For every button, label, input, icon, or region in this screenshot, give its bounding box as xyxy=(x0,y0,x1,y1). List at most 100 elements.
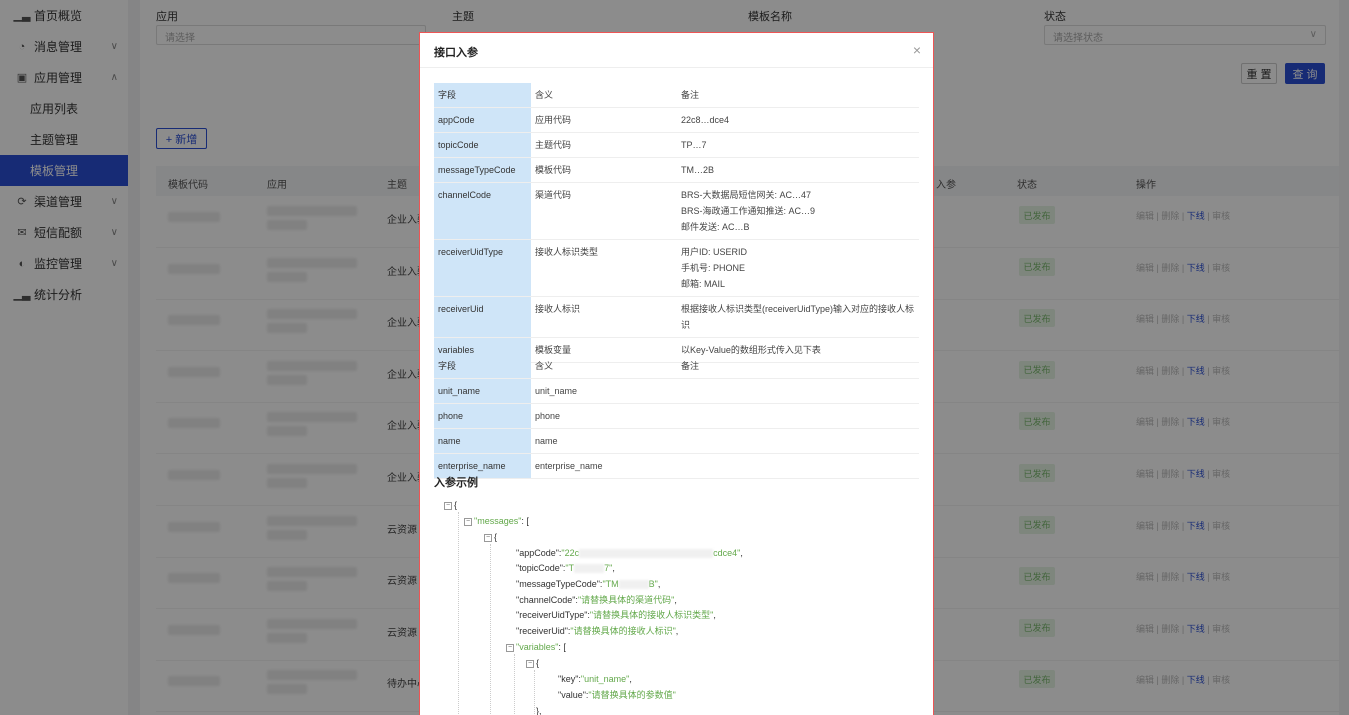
guide-line xyxy=(514,654,515,715)
code-line: − "messages": [ xyxy=(464,514,529,528)
code-line: "appCode":"22c cdce4", xyxy=(516,546,743,560)
param-field: receiverUid xyxy=(434,296,531,338)
guide-line xyxy=(490,544,491,715)
close-icon[interactable]: × xyxy=(913,42,921,58)
code-key: "messages" xyxy=(474,516,522,526)
code-line: "channelCode":"请替换具体的渠道代码", xyxy=(516,593,677,607)
param-row: topicCode 主题代码 TP…7 xyxy=(434,132,919,158)
code-key: "receiverUid": xyxy=(516,626,571,636)
param-field: messageTypeCode xyxy=(434,157,531,183)
example-title: 入参示例 xyxy=(434,477,478,489)
collapse-icon[interactable]: − xyxy=(444,501,452,510)
code-token: , xyxy=(713,610,716,620)
code-token: , xyxy=(740,548,743,558)
code-value: B" xyxy=(648,579,658,589)
modal-header: 接口入参 × xyxy=(420,33,933,68)
guide-line xyxy=(534,670,535,715)
param-row: unit_name unit_name xyxy=(434,378,919,404)
param-row: receiverUid 接收人标识 根据接收人标识类型(receiverUidTyp… xyxy=(434,296,919,338)
param-note xyxy=(677,378,919,404)
code-key: "value": xyxy=(558,690,589,700)
code-line: "value":"请替换具体的参数值" xyxy=(558,688,676,702)
param-meaning: 接收人标识 xyxy=(531,296,677,338)
json-example: −{ − "messages": [ −{ "appCode":"22c cdce4… xyxy=(444,498,904,715)
code-token: { xyxy=(454,500,458,510)
code-value: "请替换具体的参数值" xyxy=(588,690,676,700)
code-value: "22c xyxy=(561,548,580,558)
param-meaning: 主题代码 xyxy=(531,132,677,158)
param-meaning: phone xyxy=(531,403,677,429)
param-meaning: 应用代码 xyxy=(531,107,677,133)
collapse-icon[interactable]: − xyxy=(526,659,534,668)
code-line: "receiverUidType":"请替换具体的接收人标识类型", xyxy=(516,608,716,622)
param-field: appCode xyxy=(434,107,531,133)
code-value: "TM xyxy=(602,579,619,589)
param-meaning: 渠道代码 xyxy=(531,182,677,240)
code-key: "channelCode": xyxy=(516,595,578,605)
param-meaning: enterprise_name xyxy=(531,453,677,479)
param-field: unit_name xyxy=(434,378,531,404)
code-line: − "variables": [ xyxy=(506,640,566,654)
param-field: 字段 xyxy=(434,83,531,108)
param-note: 22c8…dce4 xyxy=(677,107,919,133)
code-line: −{ xyxy=(526,656,539,670)
code-token: , xyxy=(675,626,679,636)
code-key: "messageTypeCode": xyxy=(516,579,603,589)
param-note: 备注 xyxy=(677,83,919,108)
code-token: { xyxy=(494,532,498,542)
param-note: 根据接收人标识类型(receiverUidType)输入对应的接收人标识 xyxy=(677,296,919,338)
param-note: 用户ID: USERID 手机号: PHONE 邮箱: MAIL xyxy=(677,239,919,297)
param-field: phone xyxy=(434,403,531,429)
param-note: BRS-大数据局短信网关: AC…47 BRS-海政通工作通知推送: AC…9 … xyxy=(677,182,919,240)
modal-title: 接口入参 xyxy=(434,47,478,59)
redacted-mask xyxy=(618,580,649,590)
code-value: "请替换具体的接收人标识类型" xyxy=(589,610,714,620)
param-meaning: 含义 xyxy=(531,354,677,379)
param-meaning: unit_name xyxy=(531,378,677,404)
code-token: }, xyxy=(536,706,542,715)
code-key: "variables" xyxy=(516,642,559,652)
param-note xyxy=(677,403,919,429)
param-row: channelCode 渠道代码 BRS-大数据局短信网关: AC…47 BRS-海… xyxy=(434,182,919,240)
params-table: 字段 含义 备注 appCode 应用代码 22c8…dce4 topicCode 主题代码 T… xyxy=(434,83,919,363)
code-key: "receiverUidType": xyxy=(516,610,590,620)
code-token: , xyxy=(674,595,677,605)
param-field: 字段 xyxy=(434,354,531,379)
param-meaning: 模板代码 xyxy=(531,157,677,183)
param-meaning: 接收人标识类型 xyxy=(531,239,677,297)
code-token: : [ xyxy=(558,642,566,652)
param-row: enterprise_name enterprise_name xyxy=(434,453,919,479)
collapse-icon[interactable]: − xyxy=(506,643,514,652)
code-value: "unit_name" xyxy=(580,674,630,684)
code-key: "appCode": xyxy=(516,548,562,558)
code-key: "key": xyxy=(558,674,581,684)
param-note: 备注 xyxy=(677,354,919,379)
code-line: "receiverUid":"请替换具体的接收人标识", xyxy=(516,624,678,638)
variables-table: 字段 含义 备注 unit_name unit_name phone phone name na… xyxy=(434,354,919,479)
params-modal: 接口入参 × 字段 含义 备注 appCode 应用代码 22c8…dce4 topicCo… xyxy=(419,32,934,715)
param-row: name name xyxy=(434,428,919,454)
collapse-icon[interactable]: − xyxy=(464,517,472,526)
param-note: TP…7 xyxy=(677,132,919,158)
code-key: "topicCode": xyxy=(516,563,566,573)
code-line: "messageTypeCode":"TM B", xyxy=(516,577,660,591)
code-token: , xyxy=(629,674,632,684)
code-token: , xyxy=(657,579,661,589)
param-field: name xyxy=(434,428,531,454)
code-value: "T xyxy=(565,563,575,573)
code-line: −{ xyxy=(444,498,457,512)
guide-line xyxy=(458,512,459,715)
code-line: }, xyxy=(536,704,542,715)
param-meaning: 含义 xyxy=(531,83,677,108)
param-meaning: name xyxy=(531,428,677,454)
code-value: "请替换具体的渠道代码" xyxy=(577,595,675,605)
code-line: "topicCode":"T 7", xyxy=(516,561,615,575)
param-row: phone phone xyxy=(434,403,919,429)
param-note: TM…2B xyxy=(677,157,919,183)
param-row: messageTypeCode 模板代码 TM…2B xyxy=(434,157,919,183)
param-row: appCode 应用代码 22c8…dce4 xyxy=(434,107,919,133)
param-row: 字段 含义 备注 xyxy=(434,83,919,108)
collapse-icon[interactable]: − xyxy=(484,533,492,542)
code-line: "key":"unit_name", xyxy=(558,672,632,686)
param-row: 字段 含义 备注 xyxy=(434,354,919,379)
